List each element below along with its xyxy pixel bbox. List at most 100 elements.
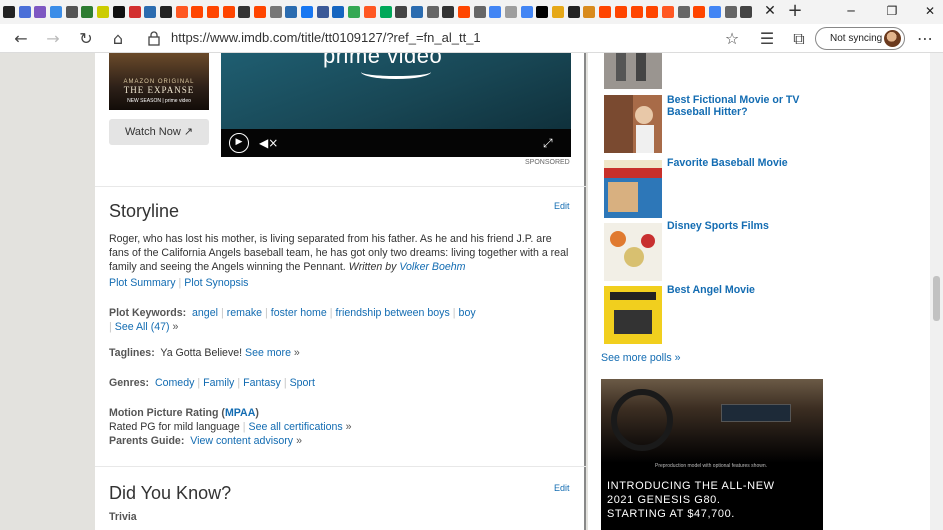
poster-image[interactable]: AMAZON ORIGINAL THE EXPANSE NEW SEASON |… — [109, 53, 209, 110]
tab-favicon-icon[interactable] — [50, 6, 63, 18]
did-you-know-edit-link[interactable]: Edit — [554, 483, 570, 493]
new-tab-icon[interactable]: + — [786, 1, 804, 21]
tab-favicon-icon[interactable] — [175, 6, 188, 18]
tab-favicon-icon[interactable] — [724, 6, 737, 18]
watch-now-button[interactable]: Watch Now ↗ — [109, 119, 209, 145]
poll-image[interactable] — [604, 95, 662, 153]
mpaa-link[interactable]: MPAA — [225, 407, 255, 419]
view-advisory-link[interactable]: View content advisory — [190, 435, 293, 447]
tab-favicon-icon[interactable] — [222, 6, 235, 18]
tab-favicon-icon[interactable] — [505, 6, 517, 18]
tab-favicon-icon[interactable] — [238, 6, 251, 18]
home-icon[interactable]: ⌂ — [108, 29, 128, 49]
advertisement[interactable]: Preproduction model with optional featur… — [601, 379, 823, 530]
refresh-icon[interactable]: ↻ — [76, 29, 96, 49]
tab-favicon-icon[interactable] — [159, 6, 172, 18]
tab-favicon-icon[interactable] — [740, 6, 753, 18]
poll-title[interactable]: Favorite Baseball Movie — [667, 157, 827, 170]
tab-favicon-icon[interactable] — [144, 6, 157, 18]
tab-favicon-icon[interactable] — [18, 6, 31, 18]
tab-favicon-icon[interactable] — [348, 6, 361, 18]
tab-favicon-icon[interactable] — [442, 6, 455, 18]
tab-favicon-icon[interactable] — [254, 6, 266, 18]
back-arrow-icon[interactable]: ← — [11, 29, 31, 49]
favorites-list-icon[interactable]: ☰ — [757, 29, 777, 49]
tab-favicon-icon[interactable] — [269, 6, 282, 18]
scrollbar-thumb[interactable] — [933, 276, 940, 321]
tab-favicon-icon[interactable] — [128, 6, 141, 18]
plot-synopsis-link[interactable]: Plot Synopsis — [184, 277, 248, 289]
tab-favicon-icon[interactable] — [395, 6, 408, 18]
fullscreen-icon[interactable]: ⤢ — [543, 134, 561, 152]
minimize-icon[interactable]: ─ — [841, 2, 861, 20]
tab-favicon-icon[interactable] — [677, 6, 690, 18]
favorite-star-icon[interactable]: ☆ — [722, 29, 742, 49]
tab-favicon-icon[interactable] — [316, 6, 329, 18]
tab-favicon-icon[interactable] — [489, 6, 502, 18]
author-link[interactable]: Volker Boehm — [399, 261, 465, 273]
tab-favicon-icon[interactable] — [426, 6, 439, 18]
tab-favicon-icon[interactable] — [65, 6, 78, 18]
tab-favicon-icon[interactable] — [567, 6, 580, 18]
forward-arrow-icon[interactable]: → — [43, 29, 63, 49]
tab-favicon-icon[interactable] — [520, 6, 533, 18]
tab-favicon-icon[interactable] — [646, 6, 659, 18]
see-more-taglines-link[interactable]: See more — [245, 347, 291, 359]
collections-icon[interactable]: ⧉ — [789, 29, 809, 49]
tab-favicon-icon[interactable] — [630, 6, 643, 18]
see-all-certifications-link[interactable]: See all certifications — [249, 421, 343, 433]
tab-favicon-icon[interactable] — [599, 6, 612, 18]
tab-favicon-icon[interactable] — [583, 6, 596, 18]
poll-title[interactable]: Best Fictional Movie or TV Baseball Hitt… — [667, 94, 827, 118]
tab-favicon-icon[interactable] — [3, 6, 15, 18]
tab-favicon-icon[interactable] — [191, 6, 204, 18]
tab-favicon-icon[interactable] — [536, 6, 549, 18]
tab-favicon-icon[interactable] — [457, 6, 470, 18]
tab-favicon-icon[interactable] — [81, 6, 94, 18]
close-tab-icon[interactable]: ✕ — [762, 3, 778, 19]
tab-favicon-icon[interactable] — [112, 6, 125, 18]
genre-link[interactable]: Family — [203, 377, 234, 389]
sync-button[interactable]: Not syncing — [815, 27, 905, 50]
lock-icon[interactable] — [148, 31, 160, 46]
tab-favicon-icon[interactable] — [552, 6, 565, 18]
more-options-icon[interactable]: ⋯ — [915, 29, 935, 49]
tab-favicon-icon[interactable] — [363, 6, 376, 18]
keyword-link[interactable]: foster home — [271, 307, 327, 319]
tab-favicon-icon[interactable] — [614, 6, 627, 18]
keyword-link[interactable]: boy — [459, 307, 476, 319]
tab-favicon-icon[interactable] — [708, 6, 721, 18]
poll-title[interactable]: Best Angel Movie — [667, 284, 827, 297]
see-all-keywords-link[interactable]: See All (47) — [115, 321, 170, 333]
keyword-link[interactable]: angel — [192, 307, 218, 319]
tab-favicon-icon[interactable] — [206, 6, 219, 18]
keyword-link[interactable]: friendship between boys — [336, 307, 450, 319]
address-bar[interactable]: https://www.imdb.com/title/tt0109127/?re… — [171, 30, 481, 45]
tab-favicon-icon[interactable] — [661, 6, 674, 18]
scrollbar[interactable] — [930, 53, 943, 530]
play-icon[interactable]: ▶ — [229, 133, 249, 153]
tab-favicon-icon[interactable] — [301, 6, 314, 18]
tab-favicon-icon[interactable] — [379, 6, 392, 18]
window-close-icon[interactable]: ✕ — [920, 2, 940, 20]
tab-favicon-icon[interactable] — [410, 6, 423, 18]
see-more-polls-link[interactable]: See more polls » — [601, 352, 681, 364]
tab-favicon-icon[interactable] — [693, 6, 706, 18]
genre-link[interactable]: Fantasy — [243, 377, 281, 389]
tab-favicon-icon[interactable] — [473, 6, 486, 18]
mute-icon[interactable]: ◀× — [259, 134, 278, 152]
storyline-edit-link[interactable]: Edit — [554, 201, 570, 211]
poll-image[interactable] — [604, 53, 662, 89]
plot-summary-link[interactable]: Plot Summary — [109, 277, 176, 289]
poll-title[interactable]: Disney Sports Films — [667, 220, 827, 233]
poll-image[interactable] — [604, 223, 662, 281]
genre-link[interactable]: Sport — [290, 377, 315, 389]
tab-favicon-icon[interactable] — [285, 6, 298, 18]
tab-favicon-icon[interactable] — [34, 6, 47, 18]
poll-image[interactable] — [604, 286, 662, 344]
genre-link[interactable]: Comedy — [155, 377, 194, 389]
tab-favicon-icon[interactable] — [332, 6, 345, 18]
tab-favicon-icon[interactable] — [97, 6, 110, 18]
restore-icon[interactable]: ❐ — [882, 2, 902, 20]
poll-image[interactable] — [604, 160, 662, 218]
